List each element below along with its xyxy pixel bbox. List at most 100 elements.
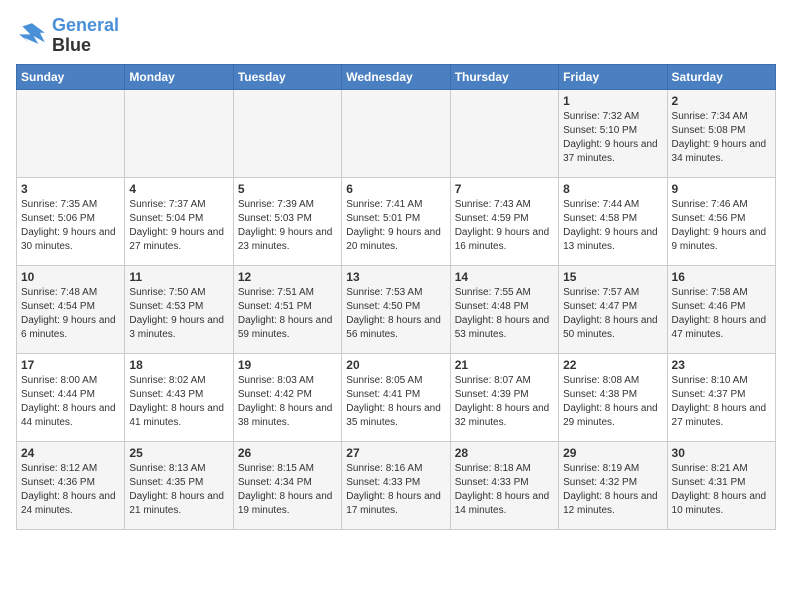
weekday-header: Friday	[559, 64, 667, 89]
day-info: Sunrise: 7:46 AM Sunset: 4:56 PM Dayligh…	[672, 198, 771, 254]
calendar-week-row: 1 Sunrise: 7:32 AM Sunset: 5:10 PM Daylig…	[17, 89, 776, 177]
calendar-cell: 10 Sunrise: 7:48 AM Sunset: 4:54 PM Dayli…	[17, 265, 125, 353]
calendar-cell	[17, 89, 125, 177]
day-number: 9	[672, 182, 771, 196]
calendar-cell: 22 Sunrise: 8:08 AM Sunset: 4:38 PM Dayli…	[559, 353, 667, 441]
day-number: 7	[455, 182, 554, 196]
day-info: Sunrise: 8:21 AM Sunset: 4:31 PM Dayligh…	[672, 462, 771, 518]
calendar-cell: 12 Sunrise: 7:51 AM Sunset: 4:51 PM Dayli…	[233, 265, 341, 353]
day-number: 6	[346, 182, 445, 196]
day-number: 16	[672, 270, 771, 284]
day-number: 4	[129, 182, 228, 196]
day-info: Sunrise: 7:51 AM Sunset: 4:51 PM Dayligh…	[238, 286, 337, 342]
weekday-header: Monday	[125, 64, 233, 89]
calendar-cell: 3 Sunrise: 7:35 AM Sunset: 5:06 PM Daylig…	[17, 177, 125, 265]
calendar-cell: 18 Sunrise: 8:02 AM Sunset: 4:43 PM Dayli…	[125, 353, 233, 441]
logo-icon	[16, 20, 48, 52]
day-number: 11	[129, 270, 228, 284]
day-number: 17	[21, 358, 120, 372]
day-info: Sunrise: 8:16 AM Sunset: 4:33 PM Dayligh…	[346, 462, 445, 518]
day-number: 30	[672, 446, 771, 460]
day-info: Sunrise: 7:32 AM Sunset: 5:10 PM Dayligh…	[563, 110, 662, 166]
day-info: Sunrise: 7:58 AM Sunset: 4:46 PM Dayligh…	[672, 286, 771, 342]
day-info: Sunrise: 8:19 AM Sunset: 4:32 PM Dayligh…	[563, 462, 662, 518]
calendar-cell: 29 Sunrise: 8:19 AM Sunset: 4:32 PM Dayli…	[559, 441, 667, 529]
day-number: 25	[129, 446, 228, 460]
day-number: 1	[563, 94, 662, 108]
day-info: Sunrise: 8:18 AM Sunset: 4:33 PM Dayligh…	[455, 462, 554, 518]
weekday-header: Sunday	[17, 64, 125, 89]
day-info: Sunrise: 7:50 AM Sunset: 4:53 PM Dayligh…	[129, 286, 228, 342]
day-number: 24	[21, 446, 120, 460]
day-number: 18	[129, 358, 228, 372]
day-info: Sunrise: 7:53 AM Sunset: 4:50 PM Dayligh…	[346, 286, 445, 342]
day-number: 28	[455, 446, 554, 460]
calendar-cell: 21Sunrise: 8:07 AM Sunset: 4:39 PM Dayli…	[450, 353, 558, 441]
calendar-cell: 6 Sunrise: 7:41 AM Sunset: 5:01 PM Daylig…	[342, 177, 450, 265]
day-info: Sunrise: 7:44 AM Sunset: 4:58 PM Dayligh…	[563, 198, 662, 254]
day-number: 3	[21, 182, 120, 196]
calendar-cell: 11 Sunrise: 7:50 AM Sunset: 4:53 PM Dayli…	[125, 265, 233, 353]
day-number: 20	[346, 358, 445, 372]
day-info: Sunrise: 8:05 AM Sunset: 4:41 PM Dayligh…	[346, 374, 445, 430]
calendar-cell: 17 Sunrise: 8:00 AM Sunset: 4:44 PM Dayli…	[17, 353, 125, 441]
calendar-cell: 24 Sunrise: 8:12 AM Sunset: 4:36 PM Dayli…	[17, 441, 125, 529]
day-number: 26	[238, 446, 337, 460]
calendar-cell: 23 Sunrise: 8:10 AM Sunset: 4:37 PM Dayli…	[667, 353, 775, 441]
day-number: 14	[455, 270, 554, 284]
day-info: Sunrise: 8:12 AM Sunset: 4:36 PM Dayligh…	[21, 462, 120, 518]
day-number: 5	[238, 182, 337, 196]
day-info: Sunrise: 8:03 AM Sunset: 4:42 PM Dayligh…	[238, 374, 337, 430]
calendar-cell: 9 Sunrise: 7:46 AM Sunset: 4:56 PM Daylig…	[667, 177, 775, 265]
calendar-week-row: 17 Sunrise: 8:00 AM Sunset: 4:44 PM Dayli…	[17, 353, 776, 441]
day-number: 15	[563, 270, 662, 284]
calendar-cell: 2Sunrise: 7:34 AM Sunset: 5:08 PM Daylig…	[667, 89, 775, 177]
day-info: Sunrise: 8:08 AM Sunset: 4:38 PM Dayligh…	[563, 374, 662, 430]
calendar-cell	[233, 89, 341, 177]
calendar-cell: 7 Sunrise: 7:43 AM Sunset: 4:59 PM Daylig…	[450, 177, 558, 265]
calendar-cell	[342, 89, 450, 177]
day-info: Sunrise: 7:35 AM Sunset: 5:06 PM Dayligh…	[21, 198, 120, 254]
calendar-week-row: 10 Sunrise: 7:48 AM Sunset: 4:54 PM Dayli…	[17, 265, 776, 353]
calendar-cell: 27 Sunrise: 8:16 AM Sunset: 4:33 PM Dayli…	[342, 441, 450, 529]
calendar-header: SundayMondayTuesdayWednesdayThursdayFrid…	[17, 64, 776, 89]
weekday-header: Wednesday	[342, 64, 450, 89]
day-number: 23	[672, 358, 771, 372]
day-number: 29	[563, 446, 662, 460]
calendar-cell: 14 Sunrise: 7:55 AM Sunset: 4:48 PM Dayli…	[450, 265, 558, 353]
calendar-cell	[125, 89, 233, 177]
calendar-cell: 15Sunrise: 7:57 AM Sunset: 4:47 PM Dayli…	[559, 265, 667, 353]
calendar-cell: 19Sunrise: 8:03 AM Sunset: 4:42 PM Dayli…	[233, 353, 341, 441]
day-info: Sunrise: 8:07 AM Sunset: 4:39 PM Dayligh…	[455, 374, 554, 430]
calendar-cell: 4 Sunrise: 7:37 AM Sunset: 5:04 PM Daylig…	[125, 177, 233, 265]
day-info: Sunrise: 7:41 AM Sunset: 5:01 PM Dayligh…	[346, 198, 445, 254]
day-info: Sunrise: 7:55 AM Sunset: 4:48 PM Dayligh…	[455, 286, 554, 342]
calendar-cell: 28 Sunrise: 8:18 AM Sunset: 4:33 PM Dayli…	[450, 441, 558, 529]
calendar-week-row: 24 Sunrise: 8:12 AM Sunset: 4:36 PM Dayli…	[17, 441, 776, 529]
weekday-header: Tuesday	[233, 64, 341, 89]
day-info: Sunrise: 7:43 AM Sunset: 4:59 PM Dayligh…	[455, 198, 554, 254]
day-info: Sunrise: 7:37 AM Sunset: 5:04 PM Dayligh…	[129, 198, 228, 254]
day-info: Sunrise: 7:39 AM Sunset: 5:03 PM Dayligh…	[238, 198, 337, 254]
day-number: 13	[346, 270, 445, 284]
page-header: General Blue	[16, 16, 776, 56]
day-number: 12	[238, 270, 337, 284]
calendar-table: SundayMondayTuesdayWednesdayThursdayFrid…	[16, 64, 776, 530]
logo: General Blue	[16, 16, 119, 56]
day-info: Sunrise: 8:15 AM Sunset: 4:34 PM Dayligh…	[238, 462, 337, 518]
calendar-cell: 20 Sunrise: 8:05 AM Sunset: 4:41 PM Dayli…	[342, 353, 450, 441]
day-info: Sunrise: 8:13 AM Sunset: 4:35 PM Dayligh…	[129, 462, 228, 518]
day-info: Sunrise: 8:02 AM Sunset: 4:43 PM Dayligh…	[129, 374, 228, 430]
day-number: 22	[563, 358, 662, 372]
weekday-header: Saturday	[667, 64, 775, 89]
day-number: 27	[346, 446, 445, 460]
calendar-cell: 30 Sunrise: 8:21 AM Sunset: 4:31 PM Dayli…	[667, 441, 775, 529]
calendar-cell: 25 Sunrise: 8:13 AM Sunset: 4:35 PM Dayli…	[125, 441, 233, 529]
day-number: 8	[563, 182, 662, 196]
calendar-cell: 26 Sunrise: 8:15 AM Sunset: 4:34 PM Dayli…	[233, 441, 341, 529]
day-info: Sunrise: 7:48 AM Sunset: 4:54 PM Dayligh…	[21, 286, 120, 342]
day-number: 10	[21, 270, 120, 284]
day-info: Sunrise: 8:10 AM Sunset: 4:37 PM Dayligh…	[672, 374, 771, 430]
calendar-week-row: 3 Sunrise: 7:35 AM Sunset: 5:06 PM Daylig…	[17, 177, 776, 265]
day-info: Sunrise: 8:00 AM Sunset: 4:44 PM Dayligh…	[21, 374, 120, 430]
